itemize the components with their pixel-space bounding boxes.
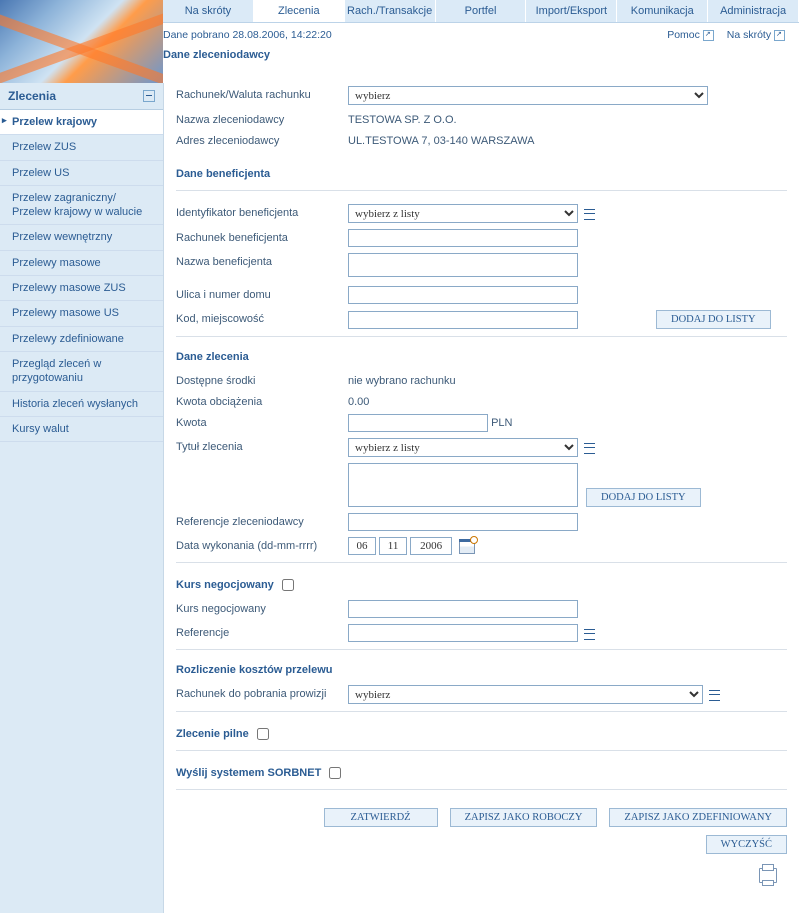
sidebar-item-2[interactable]: Przelew US	[0, 161, 163, 186]
amount-input[interactable]	[348, 414, 488, 432]
avail-value: nie wybrano rachunku	[348, 372, 456, 387]
tab-rach-transakcje[interactable]: Rach./Transakcje	[345, 0, 436, 22]
section-beneficiary-title: Dane beneficjenta	[176, 164, 787, 186]
amount-label: Kwota	[176, 414, 348, 429]
app-logo	[0, 0, 163, 83]
sidebar-item-4[interactable]: Przelew wewnętrzny	[0, 225, 163, 250]
calendar-icon[interactable]	[459, 539, 475, 554]
sidebar-item-5[interactable]: Przelewy masowe	[0, 251, 163, 276]
tab-zlecenia[interactable]: Zlecenia	[254, 0, 345, 22]
rate-input[interactable]	[348, 600, 578, 618]
sidebar-item-10[interactable]: Historia zleceń wysłanych	[0, 392, 163, 417]
list-icon[interactable]	[584, 442, 595, 453]
tab-portfel[interactable]: Portfel	[436, 0, 527, 22]
fee-account-select[interactable]: wybierz	[348, 685, 703, 704]
sidebar-item-7[interactable]: Przelewy masowe US	[0, 301, 163, 326]
payer-account-select[interactable]: wybierz	[348, 86, 708, 105]
print-icon[interactable]	[759, 868, 777, 883]
payer-name-label: Nazwa zleceniodawcy	[176, 111, 348, 126]
section-costs-title: Rozliczenie kosztów przelewu	[176, 660, 787, 682]
beneficiary-city-label: Kod, miejscowość	[176, 310, 348, 325]
date-day-input[interactable]	[348, 537, 376, 555]
sidebar-item-6[interactable]: Przelewy masowe ZUS	[0, 276, 163, 301]
payer-ref-label: Referencje zleceniodawcy	[176, 513, 348, 528]
list-icon[interactable]	[584, 628, 595, 639]
add-title-button[interactable]: DODAJ DO LISTY	[586, 488, 701, 507]
fetch-timestamp: Dane pobrano 28.08.2006, 14:22:20	[163, 29, 332, 41]
beneficiary-city-input[interactable]	[348, 311, 578, 329]
order-title-select[interactable]: wybierz z listy	[348, 438, 578, 457]
beneficiary-street-input[interactable]	[348, 286, 578, 304]
clear-button[interactable]: WYCZYŚĆ	[706, 835, 787, 854]
beneficiary-name-input[interactable]	[348, 253, 578, 277]
sidebar-item-0[interactable]: Przelew krajowy	[0, 110, 163, 135]
sidebar-item-11[interactable]: Kursy walut	[0, 417, 163, 442]
sidebar-item-3[interactable]: Przelew zagraniczny/ Przelew krajowy w w…	[0, 186, 163, 226]
beneficiary-account-label: Rachunek beneficjenta	[176, 229, 348, 244]
save-defined-button[interactable]: ZAPISZ JAKO ZDEFINIOWANY	[609, 808, 787, 827]
confirm-button[interactable]: ZATWIERDŹ	[324, 808, 438, 827]
section-payer-title: Dane zleceniodawcy	[163, 45, 799, 67]
section-rate-title: Kurs negocjowany	[176, 579, 274, 591]
exec-date-label: Data wykonania (dd-mm-rrrr)	[176, 537, 348, 552]
add-beneficiary-button[interactable]: DODAJ DO LISTY	[656, 310, 771, 329]
urgent-checkbox[interactable]	[257, 728, 269, 740]
beneficiary-name-label: Nazwa beneficjenta	[176, 253, 348, 268]
tab-komunikacja[interactable]: Komunikacja	[617, 0, 708, 22]
rate-ref-input[interactable]	[348, 624, 578, 642]
list-icon[interactable]	[584, 208, 595, 219]
payer-account-label: Rachunek/Waluta rachunku	[176, 86, 348, 101]
rate-checkbox[interactable]	[282, 579, 294, 591]
avail-label: Dostępne środki	[176, 372, 348, 387]
payer-address-label: Adres zleceniodawcy	[176, 132, 348, 147]
save-draft-button[interactable]: ZAPISZ JAKO ROBOCZY	[450, 808, 598, 827]
shortcuts-link[interactable]: Na skróty	[727, 29, 787, 41]
sidebar-item-1[interactable]: Przelew ZUS	[0, 135, 163, 160]
sidebar-item-9[interactable]: Przegląd zleceń w przygotowaniu	[0, 352, 163, 392]
date-year-input[interactable]	[410, 537, 452, 555]
sorbnet-checkbox[interactable]	[329, 767, 341, 779]
section-sorbnet-title: Wyślij systemem SORBNET	[176, 767, 321, 779]
date-month-input[interactable]	[379, 537, 407, 555]
rate-ref-label: Referencje	[176, 624, 348, 639]
currency-label: PLN	[491, 414, 512, 429]
payer-name-value: TESTOWA SP. Z O.O.	[348, 111, 457, 126]
debit-label: Kwota obciążenia	[176, 393, 348, 408]
tab-import-eksport[interactable]: Import/Eksport	[526, 0, 617, 22]
rate-label: Kurs negocjowany	[176, 600, 348, 615]
collapse-icon[interactable]	[143, 90, 155, 102]
order-title-textarea[interactable]	[348, 463, 578, 507]
tab-administracja[interactable]: Administracja	[708, 0, 799, 22]
fee-account-label: Rachunek do pobrania prowizji	[176, 685, 348, 700]
sidebar-item-8[interactable]: Przelewy zdefiniowane	[0, 327, 163, 352]
payer-address-value: UL.TESTOWA 7, 03-140 WARSZAWA	[348, 132, 534, 147]
order-title-label: Tytuł zlecenia	[176, 438, 348, 453]
debit-value: 0.00	[348, 393, 369, 408]
sidebar-title[interactable]: Zlecenia	[0, 83, 163, 110]
payer-ref-input[interactable]	[348, 513, 578, 531]
beneficiary-id-label: Identyfikator beneficjenta	[176, 204, 348, 219]
beneficiary-street-label: Ulica i numer domu	[176, 286, 348, 301]
beneficiary-account-input[interactable]	[348, 229, 578, 247]
section-order-title: Dane zlecenia	[176, 347, 787, 369]
help-link[interactable]: Pomoc	[667, 29, 716, 41]
section-urgent-title: Zlecenie pilne	[176, 728, 249, 740]
beneficiary-id-select[interactable]: wybierz z listy	[348, 204, 578, 223]
tab-na-skr-ty[interactable]: Na skróty	[163, 0, 254, 22]
list-icon[interactable]	[709, 689, 720, 700]
